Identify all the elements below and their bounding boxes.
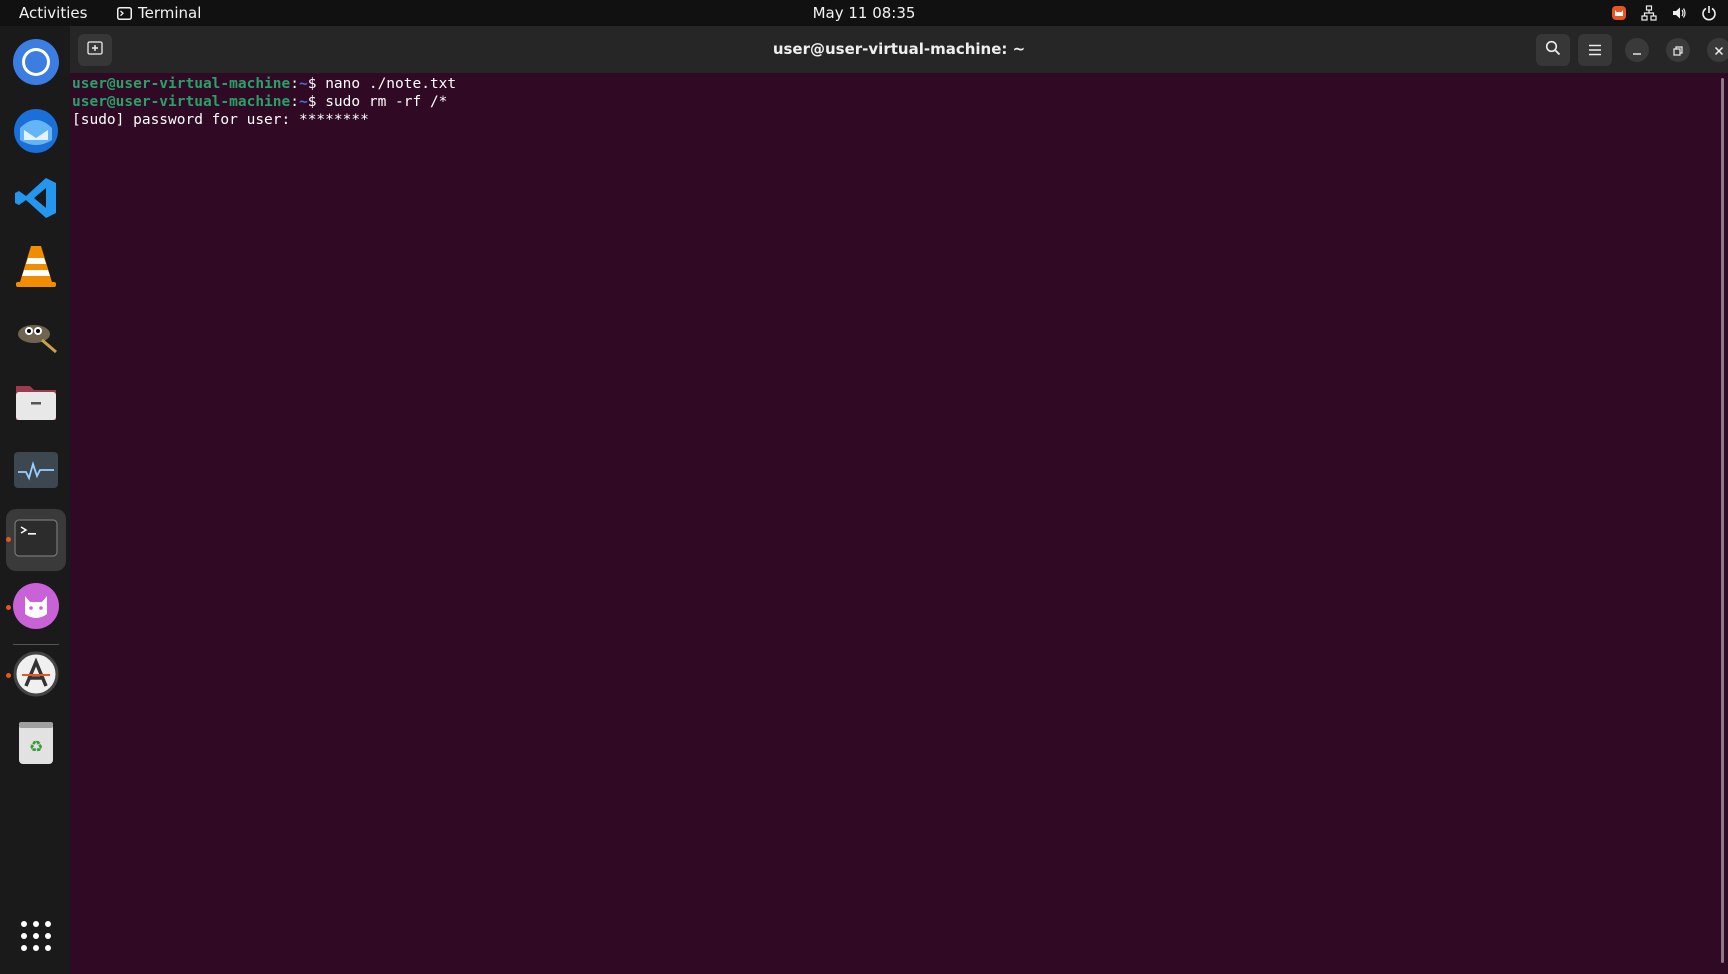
prompt-symbol: $ bbox=[307, 94, 326, 110]
terminal-output[interactable]: user@user-virtual-machine:~$ nano ./note… bbox=[72, 75, 1712, 965]
gimp-icon bbox=[12, 310, 60, 362]
terminal-line: user@user-virtual-machine:~$ sudo rm -rf… bbox=[72, 93, 1712, 111]
menu-button[interactable] bbox=[1578, 34, 1612, 66]
terminal-app-icon bbox=[14, 518, 58, 562]
system-tray[interactable] bbox=[1610, 0, 1718, 26]
command-text: nano ./note.txt bbox=[325, 76, 457, 92]
window-title: user@user-virtual-machine: ~ bbox=[772, 40, 1026, 58]
power-icon[interactable] bbox=[1700, 4, 1718, 22]
dock-item-terminal[interactable] bbox=[6, 509, 66, 571]
search-icon bbox=[1545, 40, 1561, 60]
sudo-password-prompt: [sudo] password for user: ******** bbox=[72, 112, 369, 128]
dock-item-software-updater[interactable] bbox=[6, 645, 66, 707]
dock-item-chrome[interactable] bbox=[6, 33, 66, 95]
search-button[interactable] bbox=[1536, 34, 1570, 66]
vlc-icon bbox=[12, 242, 60, 294]
dock-item-gimp[interactable] bbox=[6, 305, 66, 367]
dock-item-cat-app[interactable] bbox=[6, 577, 66, 639]
new-tab-icon bbox=[87, 40, 103, 60]
close-button[interactable] bbox=[1707, 38, 1728, 62]
dock-item-trash[interactable]: ♻ bbox=[6, 713, 66, 775]
dock-item-thunderbird[interactable] bbox=[6, 101, 66, 163]
svg-text:♻: ♻ bbox=[29, 737, 43, 756]
dock-item-files[interactable] bbox=[6, 373, 66, 435]
prompt-separator: : bbox=[290, 76, 299, 92]
new-tab-button[interactable] bbox=[78, 34, 112, 66]
system-monitor-icon bbox=[12, 446, 60, 498]
network-icon[interactable] bbox=[1640, 4, 1658, 22]
hamburger-menu-icon bbox=[1588, 41, 1602, 60]
prompt-path: ~ bbox=[298, 76, 308, 92]
minimize-button[interactable] bbox=[1625, 38, 1649, 62]
restore-icon bbox=[1673, 41, 1683, 60]
clock-wrapper: May 11 08:35 bbox=[0, 0, 1728, 26]
close-icon bbox=[1714, 41, 1724, 60]
volume-icon[interactable] bbox=[1670, 4, 1688, 22]
prompt-user: user@user-virtual-machine bbox=[72, 94, 291, 110]
app-menu[interactable]: Terminal bbox=[117, 0, 201, 26]
terminal-window: user@user-virtual-machine: ~ user@user-v… bbox=[70, 26, 1728, 974]
running-indicator bbox=[6, 673, 11, 678]
top-bar: Activities Terminal May 11 08:35 bbox=[0, 0, 1728, 26]
vscode-icon bbox=[12, 174, 60, 226]
cat-app-icon bbox=[12, 582, 60, 634]
cat-app-indicator-icon[interactable] bbox=[1610, 4, 1628, 22]
scrollbar[interactable] bbox=[1721, 78, 1724, 963]
prompt-symbol: $ bbox=[307, 76, 326, 92]
prompt-separator: : bbox=[290, 94, 299, 110]
maximize-button[interactable] bbox=[1666, 38, 1690, 62]
software-updater-icon bbox=[12, 650, 60, 702]
dock-item-vlc[interactable] bbox=[6, 237, 66, 299]
dock-item-vscode[interactable] bbox=[6, 169, 66, 231]
prompt-user: user@user-virtual-machine bbox=[72, 76, 291, 92]
dock-item-system-monitor[interactable] bbox=[6, 441, 66, 503]
thunderbird-icon bbox=[12, 106, 60, 158]
activities-button[interactable]: Activities bbox=[19, 0, 87, 26]
trash-icon: ♻ bbox=[16, 718, 56, 770]
show-apps-grid-icon bbox=[19, 919, 53, 957]
app-menu-label: Terminal bbox=[138, 4, 202, 22]
chrome-icon bbox=[12, 38, 60, 90]
clock[interactable]: May 11 08:35 bbox=[813, 4, 916, 22]
show-apps-button[interactable] bbox=[6, 907, 66, 969]
prompt-path: ~ bbox=[298, 94, 308, 110]
terminal-icon bbox=[117, 6, 132, 20]
running-indicator bbox=[6, 537, 11, 542]
running-indicator bbox=[6, 605, 11, 610]
dock: ♻ bbox=[0, 26, 70, 974]
minimize-icon bbox=[1632, 41, 1642, 60]
files-icon bbox=[12, 378, 60, 430]
header-bar[interactable]: user@user-virtual-machine: ~ bbox=[70, 26, 1728, 73]
command-text: sudo rm -rf /* bbox=[325, 94, 448, 110]
terminal-line: user@user-virtual-machine:~$ nano ./note… bbox=[72, 75, 1712, 93]
